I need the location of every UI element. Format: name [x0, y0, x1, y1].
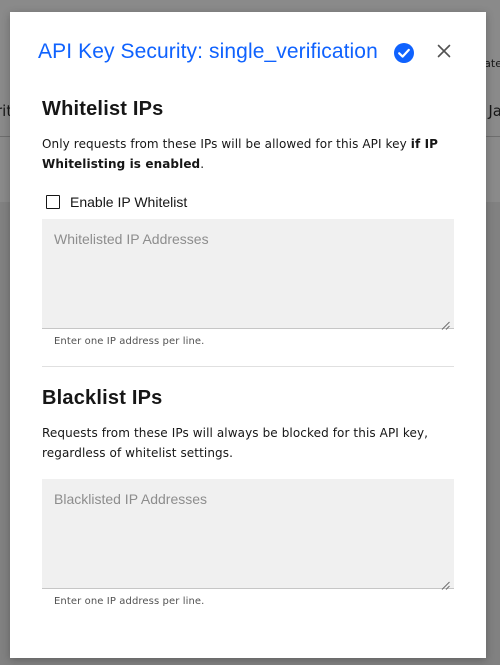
close-icon	[437, 43, 451, 62]
resize-grip-icon[interactable]	[441, 315, 450, 330]
blacklist-description: Requests from these IPs will always be b…	[42, 426, 429, 460]
blacklist-ip-textarea[interactable]: Blacklisted IP Addresses	[42, 479, 454, 590]
api-key-security-modal: API Key Security: single_verification Wh…	[10, 12, 486, 658]
checkbox-label[interactable]: Enable IP Whitelist	[70, 194, 187, 210]
whitelist-description-suffix: .	[200, 157, 205, 171]
whitelist-helper-text: Enter one IP address per line.	[54, 336, 205, 347]
blacklist-textarea-placeholder: Blacklisted IP Addresses	[54, 491, 208, 507]
whitelist-ip-textarea[interactable]: Whitelisted IP Addresses	[42, 219, 454, 330]
whitelist-description: Only requests from these IPs will be all…	[42, 134, 442, 174]
blacklist-helper-text: Enter one IP address per line.	[54, 596, 205, 607]
checkbox-box[interactable]	[46, 195, 60, 209]
enable-ip-whitelist-checkbox[interactable]: Enable IP Whitelist	[46, 192, 187, 212]
resize-grip-icon[interactable]	[441, 575, 450, 590]
verified-check-icon	[394, 43, 414, 63]
modal-header: API Key Security: single_verification	[10, 12, 486, 84]
blacklist-heading: Blacklist IPs	[42, 387, 163, 409]
modal-title: API Key Security: single_verification	[38, 40, 378, 63]
whitelist-heading: Whitelist IPs	[42, 98, 164, 120]
section-divider	[42, 366, 454, 367]
whitelist-textarea-placeholder: Whitelisted IP Addresses	[54, 231, 209, 247]
whitelist-description-prefix: Only requests from these IPs will be all…	[42, 137, 411, 151]
close-button[interactable]	[430, 38, 458, 66]
